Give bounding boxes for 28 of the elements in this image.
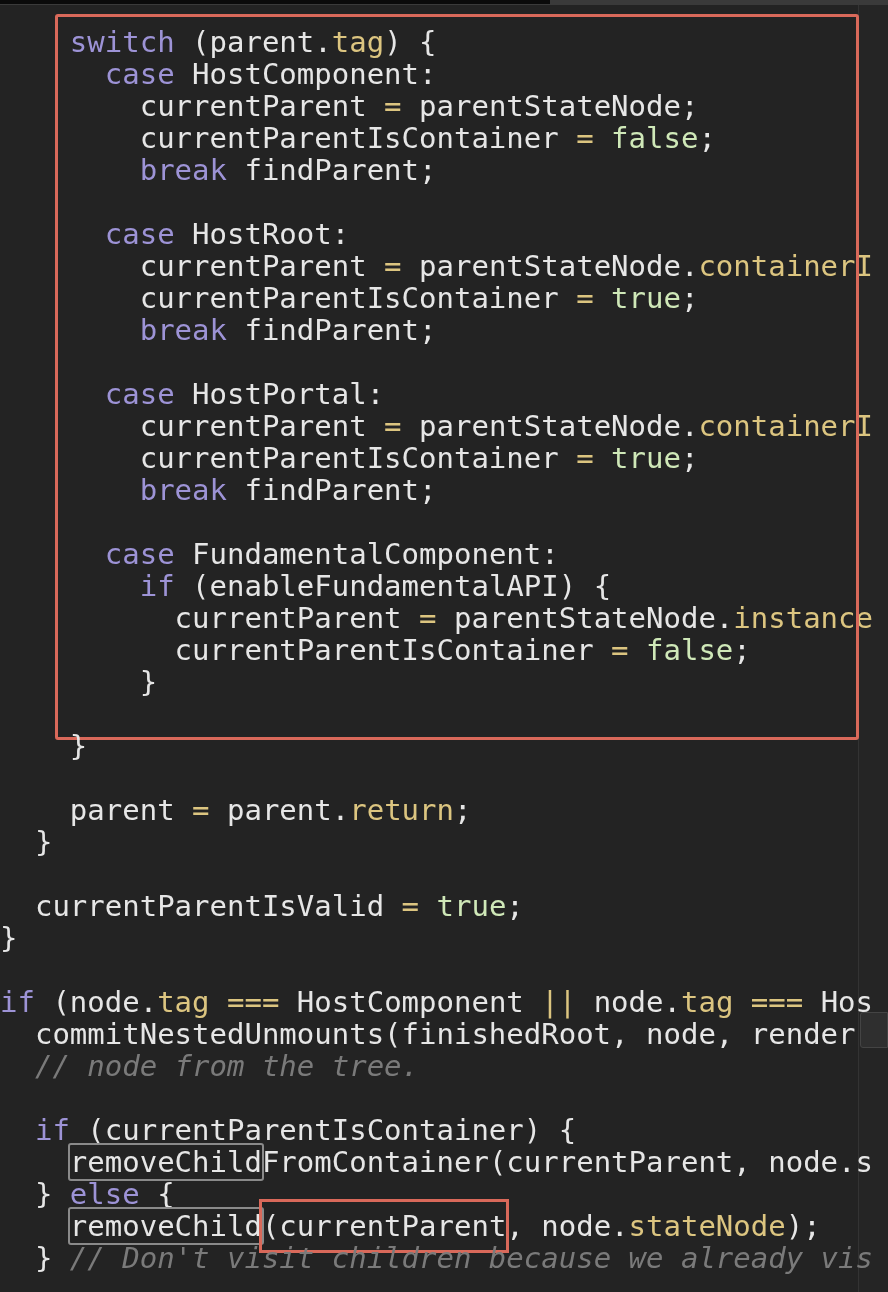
code-line: currentParentIsValid = true; [33, 890, 524, 922]
code-line: } [138, 666, 158, 698]
code-line: currentParent = parentStateNode; [138, 90, 699, 122]
search-match: removeChild [67, 1207, 264, 1245]
code-line: } [0, 922, 18, 954]
code-line: currentParentIsContainer = true; [138, 282, 699, 314]
code-line: break findParent; [138, 154, 437, 186]
code-line: if (node.tag === HostComponent || node.tag === Hos [0, 986, 874, 1018]
code-line: currentParentIsContainer = true; [138, 442, 699, 474]
code-line: case HostRoot: [103, 218, 350, 250]
code-line: case HostPortal: [103, 378, 385, 410]
code-line: if (currentParentIsContainer) { [33, 1114, 577, 1146]
code-line: currentParentIsContainer = false; [138, 122, 716, 154]
code-line: break findParent; [138, 314, 437, 346]
search-match: removeChild [67, 1143, 264, 1181]
code-line: switch (parent.tag) { [68, 26, 437, 58]
code-line: commitNestedUnmounts(finishedRoot, node, render [33, 1018, 856, 1050]
code-line: break findParent; [138, 474, 437, 506]
code-text: FromContainer(currentParent, node.s [261, 1145, 873, 1179]
code-line: } [33, 826, 53, 858]
code-line: currentParentIsContainer = false; [173, 634, 751, 666]
code-line: case HostComponent: [103, 58, 437, 90]
code-line: if (enableFundamentalAPI) { [138, 570, 612, 602]
code-line: // node from the tree. [33, 1050, 420, 1082]
code-line: } [68, 730, 88, 762]
code-line: parent = parent.return; [68, 794, 472, 826]
code-line: case FundamentalComponent: [103, 538, 559, 570]
scrollbar-thumb[interactable] [860, 1012, 888, 1048]
